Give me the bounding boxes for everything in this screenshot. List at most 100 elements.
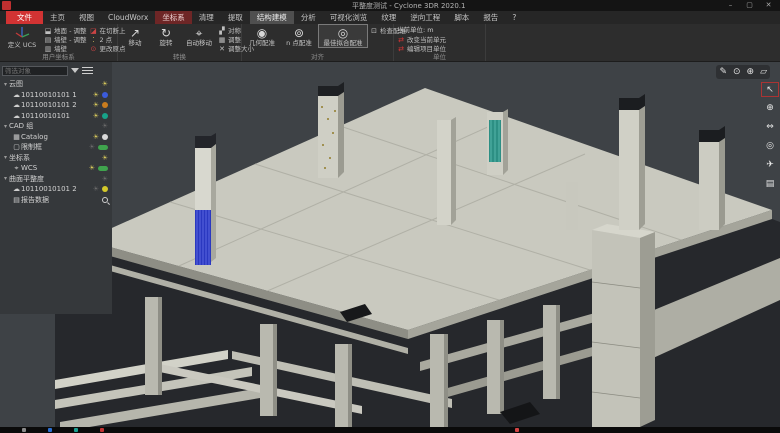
color-swatch[interactable] (102, 186, 108, 192)
cloud-icon: ☁ (12, 112, 21, 120)
tab-texture[interactable]: 纹理 (374, 11, 403, 24)
crosshair-icon: ⌖ (183, 26, 215, 40)
tree-item-catalog[interactable]: ▦Catalog☀ (2, 132, 110, 143)
minimize-button[interactable]: – (721, 0, 740, 11)
title-bar: 平整度测试 - Cyclone 3DR 2020.1 – ▢ ✕ (0, 0, 780, 11)
auto-move-button[interactable]: ⌖自动移动 (183, 25, 215, 47)
wall-icon: ▤ (44, 36, 52, 44)
visibility-bulb-icon[interactable]: ☀ (102, 154, 108, 162)
taskbar-icon[interactable] (515, 428, 519, 432)
move-arrow-icon: ↗ (121, 26, 149, 40)
filter-icon[interactable] (71, 68, 79, 73)
sketch-icon[interactable]: ✎ (719, 66, 727, 78)
tab-coordinate-system[interactable]: 坐标系 (155, 11, 192, 24)
tab-extract[interactable]: 提取 (221, 11, 250, 24)
toggle-pill[interactable] (98, 145, 108, 150)
tab-structure-modeling[interactable]: 结构建模 (250, 11, 294, 24)
taskbar-icon[interactable] (22, 428, 26, 432)
change-unit-icon: ⇄ (397, 36, 405, 44)
viewpoint-icon[interactable]: ▤ (761, 177, 779, 192)
close-button[interactable]: ✕ (759, 0, 778, 11)
move-button[interactable]: ↗移动 (121, 25, 149, 47)
visibility-bulb-icon[interactable]: ☀ (89, 164, 95, 172)
taskbar-icon[interactable] (48, 428, 52, 432)
tag-icon[interactable]: ▱ (760, 66, 767, 78)
tree-group-coordinate-systems[interactable]: ▾坐标系☀ (2, 153, 110, 164)
ribbon-group-transform: ↗移动 ↻旋转 ⌖自动移动 ▞对称 ▦调整 ✕调整大小 转换 (118, 24, 242, 61)
fly-mode-icon[interactable]: ✈ (761, 158, 779, 173)
tree-item-cloud-2[interactable]: ☁10110010101 2☀ (2, 100, 110, 111)
visibility-bulb-icon[interactable]: ☀ (93, 101, 99, 109)
measure-circle-icon[interactable]: ⊙ (733, 66, 741, 78)
section-icon: ◪ (89, 27, 97, 35)
axis-icon: ⌖ (12, 164, 21, 173)
visibility-bulb-icon[interactable]: ☀ (102, 175, 108, 183)
axis-triad-icon (3, 26, 41, 42)
visibility-bulb-icon[interactable]: ☀ (102, 122, 108, 130)
visibility-bulb-icon[interactable]: ☀ (93, 133, 99, 141)
viewport-area: ▾云图☀ ☁10110010101 1☀ ☁10110010101 2☀ ☁10… (0, 62, 780, 427)
pan-icon[interactable]: ⊕ (761, 101, 779, 116)
magnifier-icon[interactable] (102, 197, 108, 203)
tab-report[interactable]: 报告 (476, 11, 505, 24)
visibility-bulb-icon[interactable]: ☀ (93, 91, 99, 99)
cloud-icon: ☁ (12, 185, 21, 193)
filter-objects-input[interactable] (2, 66, 68, 76)
color-swatch[interactable] (102, 92, 108, 98)
color-swatch[interactable] (102, 102, 108, 108)
visibility-bulb-icon[interactable]: ☀ (93, 112, 99, 120)
app-icon[interactable] (2, 1, 11, 10)
tab-home[interactable]: 主页 (43, 11, 72, 24)
ribbon-group-align: ◉几何配准 ⊚n 点配准 ◎最佳拟合配准 ⊡检查配准 对齐 (242, 24, 394, 61)
ucs-wall-adjust-button[interactable]: ▤墙壁 - 调整 (44, 36, 86, 44)
tab-cloudworx[interactable]: CloudWorx (101, 11, 155, 24)
tree-item-limit-box[interactable]: ▢限制框☀ (2, 142, 110, 153)
npoint-registration-icon: ⊚ (282, 26, 316, 40)
tab-file[interactable]: 文件 (6, 11, 43, 24)
geometric-registration-button[interactable]: ◉几何配准 (245, 25, 279, 47)
taskbar-icon[interactable] (74, 428, 78, 432)
group-label-transform: 转换 (118, 51, 241, 61)
ribbon-tab-bar: 文件 主页 视图 CloudWorx 坐标系 清理 提取 结构建模 分析 可视化… (0, 11, 780, 24)
tab-help[interactable]: ? (505, 11, 523, 24)
toggle-pill[interactable] (98, 166, 108, 171)
color-swatch[interactable] (102, 134, 108, 140)
tab-script[interactable]: 脚本 (447, 11, 476, 24)
tab-analysis[interactable]: 分析 (294, 11, 323, 24)
tree-item-report-data[interactable]: ▤报告数据 (2, 195, 110, 206)
tab-view[interactable]: 视图 (72, 11, 101, 24)
check-registration-icon: ⊡ (370, 27, 378, 35)
3d-viewport[interactable] (0, 62, 780, 427)
tree-item-cloud-4[interactable]: ☁10110010101 2☀ (2, 184, 110, 195)
rotate-button[interactable]: ↻旋转 (152, 25, 180, 47)
color-swatch[interactable] (102, 113, 108, 119)
tree-group-clouds[interactable]: ▾云图☀ (2, 79, 110, 90)
change-current-unit-button[interactable]: ⇄改变当前单元 (397, 36, 446, 44)
viewport-tool-strip: ↖ ⊕ ⇔ ◎ ✈ ▤ (761, 82, 779, 192)
tree-group-surface-flatness[interactable]: ▾曲面平整度☀ (2, 174, 110, 185)
tree-item-cloud-1[interactable]: ☁10110010101 1☀ (2, 90, 110, 101)
box-icon: ▢ (12, 143, 21, 151)
tree-item-wcs[interactable]: ⌖WCS☀ (2, 163, 110, 174)
define-ucs-button[interactable]: 定义 UCS (3, 25, 41, 49)
visibility-bulb-icon[interactable]: ☀ (102, 80, 108, 88)
measure-point-icon[interactable]: ⊕ (747, 66, 755, 78)
tree-item-cloud-3[interactable]: ☁10110010101☀ (2, 111, 110, 122)
ucs-ground-adjust-button[interactable]: ⬓地面 - 调整 (44, 27, 86, 35)
maximize-button[interactable]: ▢ (740, 0, 759, 11)
tab-clean[interactable]: 清理 (192, 11, 221, 24)
select-cursor-icon[interactable]: ↖ (761, 82, 779, 97)
ribbon-group-ucs: 定义 UCS ⬓地面 - 调整 ▤墙壁 - 调整 ▥墙壁 ◪在切断上 ⁚2 点 … (0, 24, 118, 61)
n-point-registration-button[interactable]: ⊚n 点配准 (282, 25, 316, 47)
orbit-icon[interactable]: ◎ (761, 139, 779, 154)
panel-menu-icon[interactable] (82, 67, 93, 75)
visibility-bulb-icon[interactable]: ☀ (93, 185, 99, 193)
fit-width-icon[interactable]: ⇔ (761, 120, 779, 135)
object-tree-panel: ▾云图☀ ☁10110010101 1☀ ☁10110010101 2☀ ☁10… (0, 62, 112, 314)
tab-visualization[interactable]: 可视化浏览 (323, 11, 375, 24)
tab-reverse-engineering[interactable]: 逆向工程 (403, 11, 447, 24)
visibility-bulb-icon[interactable]: ☀ (89, 143, 95, 151)
best-fit-registration-button[interactable]: ◎最佳拟合配准 (319, 25, 367, 47)
taskbar-icon[interactable] (100, 428, 104, 432)
tree-group-cad[interactable]: ▾CAD 组☀ (2, 121, 110, 132)
